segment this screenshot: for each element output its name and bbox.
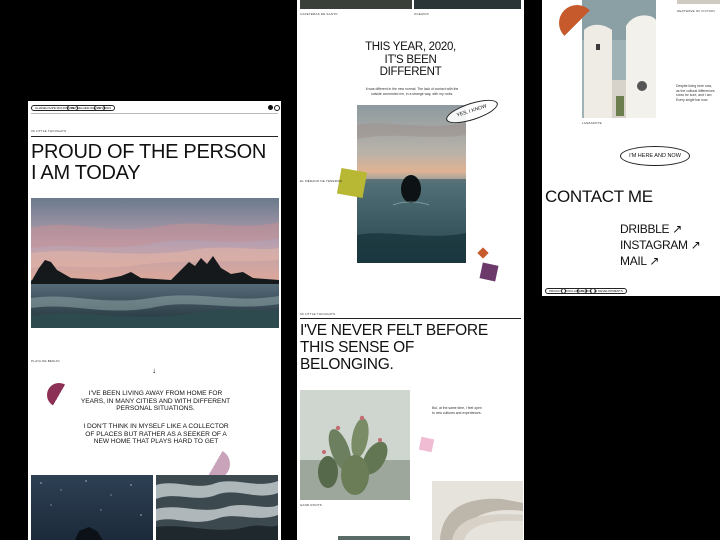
intro-paragraph-1: I'VE BEEN LIVING AWAY FROM HOME FOR YEAR… — [68, 390, 243, 413]
intro-paragraph-2-line: NEW HOME THAT PLAYS HARD TO GET — [93, 438, 219, 446]
dribbble-link[interactable]: DRIBBLE ↗ — [620, 221, 682, 237]
top-photo-left — [300, 0, 412, 9]
swimmer-sunset-photo — [357, 105, 466, 263]
belonging-heading-line: I'VE NEVER FELT BEFORE — [300, 322, 488, 339]
olive-square — [336, 167, 368, 199]
side-paragraph: But, at the same time, I feel open to ne… — [432, 406, 482, 415]
light-pink-square — [418, 436, 435, 453]
section-heading: THIS YEAR, 2020, IT'S BEEN DIFFERENT — [297, 41, 524, 79]
section-divider — [31, 136, 278, 137]
page-title-line-2: I AM TODAY — [31, 162, 141, 184]
footer-developer-link[interactable]: 31 DEVELOPMENTS — [590, 288, 627, 294]
sunset-beach-photo — [31, 198, 279, 328]
top-right-caption: Heatwave of Fiction — [677, 9, 715, 13]
violet-square — [479, 262, 499, 282]
orange-diamond — [477, 247, 489, 259]
page-title-line-1: PROUD OF THE PERSON — [31, 141, 267, 163]
toggle-light-dot[interactable] — [274, 105, 280, 111]
ocean-waves-photo — [156, 475, 278, 540]
top-caption-right: Oceanic — [414, 12, 430, 16]
side-paragraph-line: to new cultures and experiences. — [432, 410, 482, 415]
yes-i-know-badge: YES, I KNOW — [443, 95, 501, 128]
photo-caption: Playa de Benijo — [31, 359, 60, 363]
intro-paragraph-1-line: YEARS, IN MANY CITIES AND WITH DIFFERENT — [80, 397, 231, 405]
right-side-paragraph-line: Despite living here now, — [676, 84, 712, 88]
section-label: 30 Little Thoughts — [31, 129, 67, 133]
starry-night-photo — [31, 475, 153, 540]
swimmer-caption: El Médano de Tenerife — [300, 179, 343, 183]
contact-heading: CONTACT ME — [545, 187, 653, 206]
villa-caption: Lanzarote — [582, 121, 602, 125]
cactus-photo — [300, 390, 410, 500]
section-body-line: outside connected me, in a strange way, … — [370, 91, 454, 96]
section-body: It was different in the new normal. The … — [347, 87, 477, 96]
top-caption-left: Cafeteras de Santo — [300, 12, 338, 16]
section-heading-line: IT'S BEEN — [384, 53, 437, 66]
section-heading-line: DIFFERENT — [379, 66, 442, 78]
nav-item-stories[interactable]: Stories — [94, 105, 116, 111]
middle-page-panel: Cafeteras de Santo Oceanic THIS YEAR, 20… — [297, 0, 524, 540]
intro-paragraph-1-line: I'VE BEEN LIVING AWAY FROM HOME FOR — [88, 390, 223, 397]
instagram-link[interactable]: INSTAGRAM ↗ — [620, 237, 701, 253]
right-side-paragraph: Despite living here now, as the cultural… — [676, 84, 715, 102]
belonging-heading: I'VE NEVER FELT BEFORE THIS SENSE OF BEL… — [300, 322, 488, 373]
header-divider — [31, 113, 278, 114]
mail-link[interactable]: MAIL ↗ — [620, 253, 659, 269]
intro-paragraph-2: I DON'T THINK IN MYSELF LIKE A COLLECTOR… — [66, 423, 246, 446]
scroll-down-arrow[interactable]: ↓ — [148, 366, 160, 376]
top-photo-right — [414, 0, 521, 9]
belonging-heading-line: THIS SENSE OF — [300, 339, 415, 356]
cactus-caption: Hand Roots — [300, 503, 323, 507]
right-page-panel: Lanzarote Heatwave of Fiction Despite li… — [542, 0, 720, 296]
intro-paragraph-2-line: OF PLACES BUT RATHER AS A SEEKER OF A — [85, 430, 227, 438]
top-right-photo — [677, 0, 720, 4]
section-body-line: It was different in the new normal. The … — [365, 87, 459, 91]
section-heading-line: THIS YEAR, 2020, — [365, 41, 456, 53]
intro-paragraph-2-line: I DON'T THINK IN MYSELF LIKE A COLLECTOR — [83, 423, 229, 430]
belonging-heading-line: BELONGING. — [300, 356, 394, 373]
bottom-photo-teal — [338, 536, 410, 540]
right-side-paragraph-line: Every single bar now — [676, 97, 708, 102]
section-divider-2 — [300, 318, 521, 319]
side-paragraph-line: But, at the same time, I feel open — [432, 406, 482, 410]
left-page-panel: Guadeloupe Mountains Bethelhem Waves Sto… — [28, 101, 281, 540]
toggle-dark-dot[interactable] — [268, 105, 273, 110]
orange-half-circle — [559, 5, 595, 41]
here-and-now-badge: I'M HERE AND NOW — [620, 146, 690, 166]
section-label-2: 30 Little Thoughts — [300, 312, 336, 316]
intro-paragraph-1-line: PERSONAL SITUATIONS. — [116, 405, 195, 413]
architecture-photo — [432, 481, 523, 540]
